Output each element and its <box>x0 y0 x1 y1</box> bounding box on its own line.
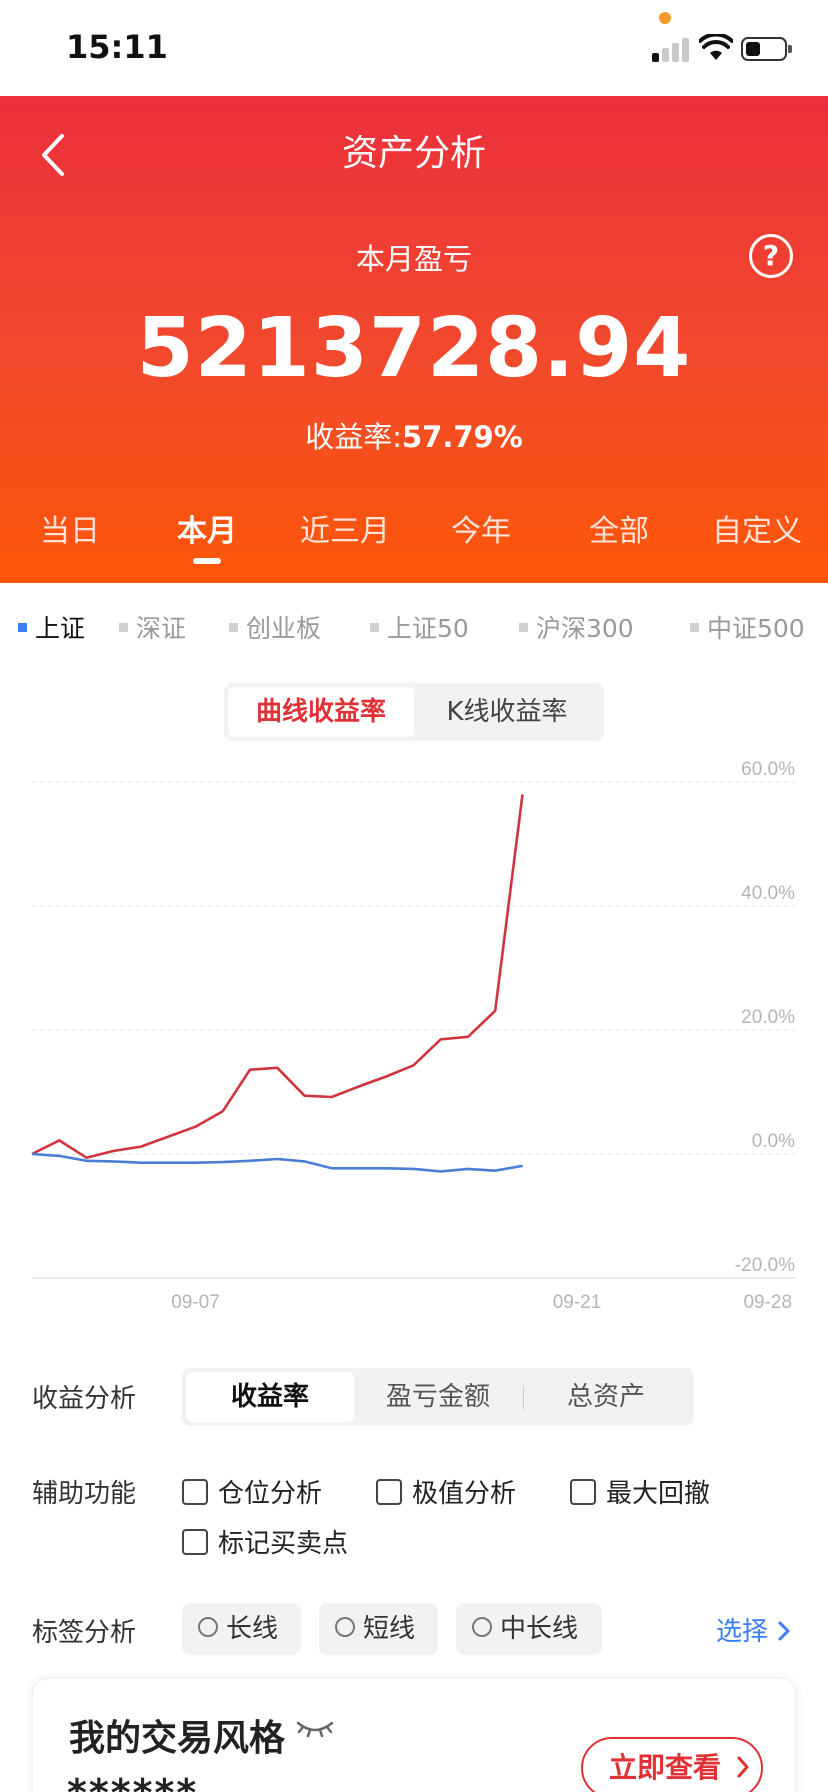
index-sse50[interactable]: 上证50 <box>370 609 469 645</box>
position-analysis-checkbox[interactable]: 仓位分析 <box>182 1473 322 1510</box>
curve-rate-button[interactable]: 曲线收益率 <box>228 687 414 737</box>
max-drawdown-checkbox[interactable]: 最大回撤 <box>570 1473 710 1510</box>
view-now-button[interactable]: 立即查看 <box>581 1737 763 1792</box>
masked-style: ****** <box>67 1771 198 1792</box>
checkbox-icon <box>182 1528 208 1555</box>
analysis-rate-button[interactable]: 收益率 <box>186 1372 354 1422</box>
analysis-toggle: 收益率 盈亏金额 总资产 <box>182 1368 694 1426</box>
tab-custom[interactable]: 自定义 <box>712 506 802 550</box>
y-tick-label: 60.0% <box>741 759 795 780</box>
y-tick-label: 20.0% <box>741 1007 795 1028</box>
recording-dot-icon <box>659 12 671 24</box>
pl-label: 本月盈亏 <box>355 242 472 276</box>
x-tick-label: 09-21 <box>553 1292 602 1313</box>
y-tick-label: -20.0% <box>735 1255 795 1276</box>
tags-label: 标签分析 <box>32 1618 137 1648</box>
select-link[interactable]: 选择 <box>716 1611 792 1648</box>
index-chinext[interactable]: 创业板 <box>229 609 321 645</box>
status-bar: 15:11 <box>0 0 828 96</box>
chart-svg: 60.0% 40.0% 20.0% 0.0% -20.0% 09-07 09-21 09-28 <box>31 759 795 1313</box>
checkbox-icon <box>182 1478 208 1505</box>
portfolio-return-line <box>31 794 524 1159</box>
radio-icon <box>472 1616 492 1637</box>
page-title: 资产分析 <box>341 133 486 174</box>
chevron-right-icon <box>778 1621 790 1640</box>
analysis-pnl-button[interactable]: 盈亏金额 <box>354 1372 522 1422</box>
extreme-analysis-checkbox[interactable]: 极值分析 <box>376 1473 516 1510</box>
index-csi300[interactable]: 沪深300 <box>519 609 634 645</box>
chevron-right-icon <box>737 1756 749 1778</box>
tab-this-month[interactable]: 本月 <box>177 506 237 550</box>
tab-today[interactable]: 当日 <box>40 506 100 550</box>
wifi-icon <box>699 34 733 60</box>
analysis-total-assets-button[interactable]: 总资产 <box>522 1372 690 1422</box>
aux-label: 辅助功能 <box>32 1479 137 1509</box>
index-return-line <box>31 1152 523 1173</box>
y-tick-label: 40.0% <box>741 883 795 904</box>
card-title: 我的交易风格 <box>69 1718 286 1759</box>
checkbox-icon <box>376 1478 402 1505</box>
mark-trades-checkbox[interactable]: 标记买卖点 <box>182 1523 348 1560</box>
period-tabs: 当日 本月 近三月 今年 全部 自定义 <box>0 506 828 566</box>
radio-icon <box>198 1616 218 1637</box>
kline-rate-button[interactable]: K线收益率 <box>414 687 600 737</box>
checkbox-icon <box>570 1478 596 1505</box>
index-shenzhen[interactable]: 深证 <box>119 609 186 645</box>
chart-mode-toggle: 曲线收益率 K线收益率 <box>224 683 604 741</box>
radio-icon <box>335 1616 355 1637</box>
return-chart: 60.0% 40.0% 20.0% 0.0% -20.0% 09-07 09-21 09-28 <box>0 745 828 1325</box>
pl-value: 5213728.94 <box>136 301 692 396</box>
tab-three-months[interactable]: 近三月 <box>300 506 390 550</box>
tab-this-year[interactable]: 今年 <box>451 506 511 550</box>
eye-closed-icon[interactable] <box>295 1717 335 1743</box>
signal-icon <box>652 36 692 62</box>
battery-icon <box>741 37 792 61</box>
status-time: 15:11 <box>66 28 168 66</box>
tag-short-term[interactable]: 短线 <box>319 1603 438 1655</box>
tab-all[interactable]: 全部 <box>589 506 649 550</box>
header: 资产分析 ? 本月盈亏 5213728.94 收益率:57.79% 当日 本月 … <box>0 96 828 583</box>
trading-style-card: 我的交易风格 ****** 立即查看 <box>32 1678 796 1792</box>
tag-mid-long-term[interactable]: 中长线 <box>456 1603 602 1655</box>
rate-label: 收益率: <box>305 420 402 454</box>
rate-row: 收益率:57.79% <box>0 414 828 456</box>
active-tab-indicator <box>193 558 221 564</box>
index-shanghai[interactable]: 上证 <box>18 609 85 645</box>
analysis-label: 收益分析 <box>32 1384 137 1414</box>
x-tick-label: 09-07 <box>171 1292 220 1313</box>
x-tick-label: 09-28 <box>743 1292 792 1313</box>
index-selector: 上证 深证 创业板 上证50 沪深300 中证500 <box>0 583 828 663</box>
rate-value: 57.79% <box>401 420 523 454</box>
index-csi500[interactable]: 中证500 <box>690 609 805 645</box>
y-tick-label: 0.0% <box>752 1131 795 1152</box>
tag-long-term[interactable]: 长线 <box>182 1603 301 1655</box>
